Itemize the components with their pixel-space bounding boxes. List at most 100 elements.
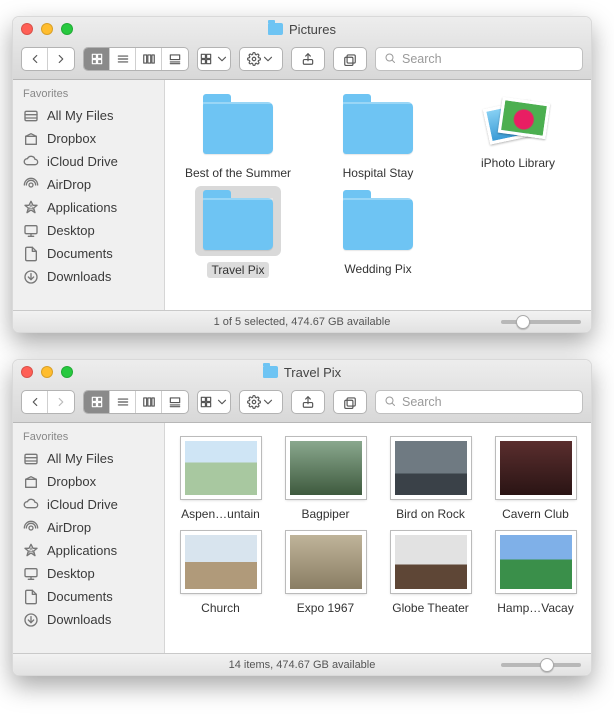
item-label: Best of the Summer bbox=[185, 166, 291, 180]
minimize-window-button[interactable] bbox=[41, 366, 53, 378]
image-item[interactable]: Cavern Club bbox=[486, 433, 585, 521]
arrange-button[interactable] bbox=[197, 47, 231, 71]
window-title: Travel Pix bbox=[13, 365, 591, 380]
list-view-button[interactable] bbox=[110, 391, 136, 413]
sidebar-item-icloud[interactable]: iCloud Drive bbox=[13, 493, 164, 516]
slider-thumb[interactable] bbox=[540, 658, 554, 672]
sidebar-item-applications[interactable]: A Applications bbox=[13, 539, 164, 562]
item-label: Travel Pix bbox=[207, 262, 270, 278]
sidebar-item-airdrop[interactable]: AirDrop bbox=[13, 173, 164, 196]
sidebar-item-desktop[interactable]: Desktop bbox=[13, 219, 164, 242]
item-label: iPhoto Library bbox=[481, 156, 555, 170]
content-area[interactable]: Aspen…untain Bagpiper Bird on Rock Caver… bbox=[165, 423, 591, 653]
arrange-button[interactable] bbox=[197, 390, 231, 414]
sidebar-item-label: Downloads bbox=[47, 269, 111, 284]
tags-button[interactable] bbox=[333, 47, 367, 71]
status-text: 1 of 5 selected, 474.67 GB available bbox=[214, 316, 391, 328]
forward-button[interactable] bbox=[48, 391, 74, 413]
list-view-button[interactable] bbox=[110, 48, 136, 70]
folder-item[interactable]: Hospital Stay bbox=[311, 90, 445, 180]
traffic-lights bbox=[21, 366, 73, 378]
image-item[interactable]: Bird on Rock bbox=[381, 433, 480, 521]
sidebar-item-label: Downloads bbox=[47, 612, 111, 627]
item-label: Hospital Stay bbox=[343, 166, 414, 180]
share-button[interactable] bbox=[291, 390, 325, 414]
airdrop-icon bbox=[23, 521, 39, 535]
coverflow-view-button[interactable] bbox=[162, 391, 188, 413]
action-button[interactable] bbox=[239, 390, 283, 414]
back-button[interactable] bbox=[22, 48, 48, 70]
close-window-button[interactable] bbox=[21, 23, 33, 35]
sidebar-item-airdrop[interactable]: AirDrop bbox=[13, 516, 164, 539]
documents-icon bbox=[23, 590, 39, 604]
sidebar-item-label: All My Files bbox=[47, 108, 113, 123]
sidebar-item-label: Dropbox bbox=[47, 474, 96, 489]
image-item[interactable]: Globe Theater bbox=[381, 527, 480, 615]
sidebar-item-label: iCloud Drive bbox=[47, 497, 118, 512]
tags-button[interactable] bbox=[333, 390, 367, 414]
share-button[interactable] bbox=[291, 47, 325, 71]
minimize-window-button[interactable] bbox=[41, 23, 53, 35]
sidebar-item-documents[interactable]: Documents bbox=[13, 585, 164, 608]
status-bar: 14 items, 474.67 GB available bbox=[13, 653, 591, 675]
close-window-button[interactable] bbox=[21, 366, 33, 378]
search-input[interactable]: Search bbox=[375, 47, 583, 71]
image-item[interactable]: Expo 1967 bbox=[276, 527, 375, 615]
coverflow-view-button[interactable] bbox=[162, 48, 188, 70]
column-view-button[interactable] bbox=[136, 391, 162, 413]
image-item[interactable]: Church bbox=[171, 527, 270, 615]
search-input[interactable]: Search bbox=[375, 390, 583, 414]
sidebar-item-desktop[interactable]: Desktop bbox=[13, 562, 164, 585]
icon-size-slider[interactable] bbox=[501, 663, 581, 667]
folder-item[interactable]: Best of the Summer bbox=[171, 90, 305, 180]
applications-icon: A bbox=[23, 201, 39, 215]
folder-item[interactable]: Travel Pix bbox=[171, 186, 305, 278]
icon-view-button[interactable] bbox=[84, 391, 110, 413]
sidebar-item-downloads[interactable]: Downloads bbox=[13, 265, 164, 288]
documents-icon bbox=[23, 247, 39, 261]
sidebar-item-label: Desktop bbox=[47, 223, 95, 238]
dropbox-icon bbox=[23, 132, 39, 146]
zoom-window-button[interactable] bbox=[61, 366, 73, 378]
status-bar: 1 of 5 selected, 474.67 GB available bbox=[13, 310, 591, 332]
sidebar-item-label: Dropbox bbox=[47, 131, 96, 146]
search-placeholder: Search bbox=[402, 52, 442, 66]
sidebar-item-label: Desktop bbox=[47, 566, 95, 581]
sidebar-header: Favorites bbox=[13, 429, 164, 447]
sidebar-item-label: Documents bbox=[47, 246, 113, 261]
sidebar-item-downloads[interactable]: Downloads bbox=[13, 608, 164, 631]
slider-thumb[interactable] bbox=[516, 315, 530, 329]
sidebar-item-documents[interactable]: Documents bbox=[13, 242, 164, 265]
icon-view-button[interactable] bbox=[84, 48, 110, 70]
image-thumbnail bbox=[496, 531, 576, 593]
image-item[interactable]: Hamp…Vacay bbox=[486, 527, 585, 615]
image-thumbnail bbox=[286, 531, 366, 593]
sidebar: Favorites All My Files Dropbox iCloud Dr… bbox=[13, 80, 165, 310]
icon-size-slider[interactable] bbox=[501, 320, 581, 324]
sidebar-item-dropbox[interactable]: Dropbox bbox=[13, 470, 164, 493]
item-label: Expo 1967 bbox=[297, 601, 354, 615]
action-button[interactable] bbox=[239, 47, 283, 71]
sidebar-item-applications[interactable]: A Applications bbox=[13, 196, 164, 219]
folder-icon bbox=[203, 102, 273, 154]
window-body: Favorites All My Files Dropbox iCloud Dr… bbox=[13, 423, 591, 653]
item-label: Aspen…untain bbox=[181, 507, 260, 521]
sidebar-item-dropbox[interactable]: Dropbox bbox=[13, 127, 164, 150]
finder-window: Travel Pix Search bbox=[12, 359, 592, 676]
folder-item[interactable]: Wedding Pix bbox=[311, 186, 445, 278]
folder-icon bbox=[343, 102, 413, 154]
back-button[interactable] bbox=[22, 391, 48, 413]
forward-button[interactable] bbox=[48, 48, 74, 70]
sidebar-item-all-my-files[interactable]: All My Files bbox=[13, 447, 164, 470]
sidebar-item-icloud[interactable]: iCloud Drive bbox=[13, 150, 164, 173]
column-view-button[interactable] bbox=[136, 48, 162, 70]
image-item[interactable]: Bagpiper bbox=[276, 433, 375, 521]
sidebar-item-all-my-files[interactable]: All My Files bbox=[13, 104, 164, 127]
titlebar: Travel Pix Search bbox=[13, 360, 591, 423]
content-area[interactable]: Best of the Summer Hospital Stay iPhoto … bbox=[165, 80, 591, 310]
zoom-window-button[interactable] bbox=[61, 23, 73, 35]
sidebar-item-label: Applications bbox=[47, 543, 117, 558]
image-item[interactable]: Aspen…untain bbox=[171, 433, 270, 521]
desktop-icon bbox=[23, 567, 39, 581]
iphoto-library-item[interactable]: iPhoto Library bbox=[451, 90, 585, 180]
